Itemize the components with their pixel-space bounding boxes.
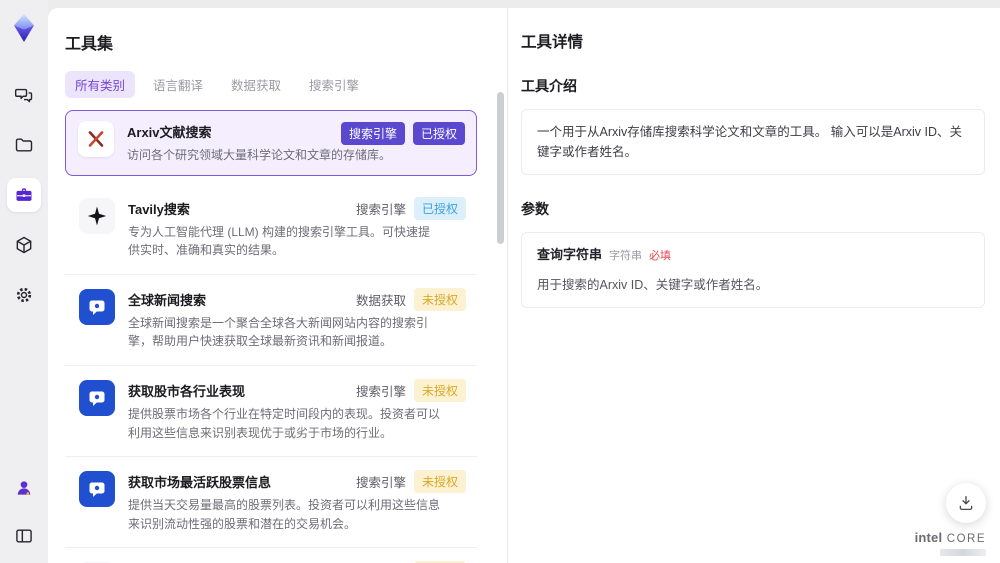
- toolbox-icon[interactable]: [7, 178, 41, 212]
- tool-row[interactable]: 万维地区新闻查询 查询具体行政区划内的新闻，快速了解各地新闻动态 搜索引擎 未授…: [65, 548, 477, 563]
- page-title: 工具集: [65, 36, 114, 53]
- param-header: 查询字符串 字符串 必填: [537, 245, 969, 266]
- arxiv-icon: [78, 121, 114, 157]
- tool-tags: 搜索引擎 未授权: [355, 378, 466, 402]
- tool-tags: 搜索引擎 未授权: [355, 470, 466, 494]
- brand-name: intel: [914, 530, 943, 545]
- tool-description: 专为人工智能代理 (LLM) 构建的搜索引擎工具。可快速提供实时、准确和真实的结…: [128, 224, 431, 258]
- tab-data-fetch[interactable]: 数据获取: [221, 71, 291, 98]
- tool-description: 提供当天交易量最高的股票列表。投资者可以利用这些信息来识别流动性强的股票和潜在的…: [128, 498, 441, 531]
- package-icon[interactable]: [7, 228, 41, 262]
- detail-title: 工具详情: [521, 34, 584, 51]
- intel-core-logo: intel CORE: [915, 530, 986, 556]
- list-scrollbar[interactable]: [497, 92, 504, 244]
- tool-list: Arxiv文献搜索 访问各个研究领域大量科学论文和文章的存储库。 搜索引擎 已授…: [65, 110, 477, 563]
- tool-tags: 搜索引擎 已授权: [355, 196, 466, 220]
- chat-icon[interactable]: [7, 78, 41, 112]
- category-label: 搜索引擎: [355, 202, 406, 217]
- auth-status-badge: 未授权: [413, 287, 466, 311]
- tool-description: 访问各个研究领域大量科学论文和文章的存储库。: [127, 148, 392, 162]
- tool-tags: 数据获取 未授权: [355, 287, 466, 311]
- params-heading: 参数: [521, 201, 549, 217]
- download-button[interactable]: [946, 483, 986, 523]
- tool-row[interactable]: Arxiv文献搜索 访问各个研究领域大量科学论文和文章的存储库。 搜索引擎 已授…: [65, 110, 477, 176]
- param-type: 字符串: [609, 250, 643, 262]
- category-label: 搜索引擎: [355, 476, 406, 491]
- category-tabs: 所有类别 语言翻译 数据获取 搜索引擎: [65, 71, 477, 98]
- intro-heading: 工具介绍: [521, 78, 577, 94]
- rail-nav: [7, 78, 41, 312]
- brand-series: CORE: [946, 533, 986, 545]
- collapse-sidebar-icon[interactable]: [7, 519, 41, 553]
- intel-ultra-shimmer: [940, 549, 986, 556]
- tool-row[interactable]: 获取市场最活跃股票信息 提供当天交易量最高的股票列表。投资者可以利用这些信息来识…: [65, 457, 477, 549]
- app-logo-icon: [8, 12, 40, 44]
- app-surface: 工具集 所有类别 语言翻译 数据获取 搜索引擎 Arxiv文献搜索 访问各个研究…: [48, 8, 1000, 563]
- tab-search-engine[interactable]: 搜索引擎: [299, 71, 369, 98]
- tab-translation[interactable]: 语言翻译: [143, 71, 213, 98]
- intro-card: 一个用于从Arxiv存储库搜索科学论文和文章的工具。 输入可以是Arxiv ID…: [521, 109, 985, 175]
- left-rail: [0, 0, 48, 563]
- rail-bottom: [7, 471, 41, 553]
- intro-text: 一个用于从Arxiv存储库搜索科学论文和文章的工具。 输入可以是Arxiv ID…: [537, 125, 963, 159]
- param-description: 用于搜索的Arxiv ID、关键字或作者姓名。: [537, 277, 769, 292]
- category-badge: 搜索引擎: [340, 122, 405, 145]
- auth-status-badge: 已授权: [412, 122, 465, 145]
- tool-description: 提供股票市场各个行业在特定时间段内的表现。投资者可以利用这些信息来识别表现优于或…: [128, 406, 441, 440]
- auth-status-badge: 未授权: [413, 470, 466, 494]
- tool-detail-panel: 工具详情 工具介绍 一个用于从Arxiv存储库搜索科学论文和文章的工具。 输入可…: [508, 8, 1000, 563]
- category-label: 数据获取: [355, 293, 406, 308]
- param-card: 查询字符串 字符串 必填 用于搜索的Arxiv ID、关键字或作者姓名。: [521, 232, 985, 308]
- param-name: 查询字符串: [537, 247, 603, 262]
- tab-all-categories[interactable]: 所有类别: [65, 71, 136, 98]
- news-app-icon: [79, 288, 115, 325]
- param-required-flag: 必填: [649, 250, 672, 262]
- tool-row[interactable]: 获取股市各行业表现 提供股票市场各个行业在特定时间段内的表现。投资者可以利用这些…: [65, 366, 477, 458]
- tool-tags: 搜索引擎 已授权: [340, 122, 465, 145]
- folder-icon[interactable]: [7, 128, 41, 162]
- user-avatar-icon[interactable]: [7, 471, 41, 505]
- stock-app-icon: [79, 379, 115, 416]
- auth-status-badge: 未授权: [413, 378, 466, 402]
- auth-status-badge: 已授权: [413, 196, 466, 220]
- settings-gear-icon[interactable]: [7, 278, 41, 312]
- tavily-icon: [79, 197, 115, 234]
- stock-app-icon: [79, 471, 115, 508]
- category-label: 搜索引擎: [355, 384, 406, 399]
- download-icon: [959, 495, 973, 511]
- tool-row[interactable]: 全球新闻搜索 全球新闻搜索是一个聚合全球各大新闻网站内容的搜索引擎，帮助用户快速…: [65, 275, 477, 366]
- tool-list-panel: 工具集 所有类别 语言翻译 数据获取 搜索引擎 Arxiv文献搜索 访问各个研究…: [48, 8, 508, 563]
- tool-row[interactable]: Tavily搜索 专为人工智能代理 (LLM) 构建的搜索引擎工具。可快速提供实…: [65, 184, 477, 275]
- tool-description: 全球新闻搜索是一个聚合全球各大新闻网站内容的搜索引擎，帮助用户快速获取全球最新资…: [128, 315, 429, 349]
